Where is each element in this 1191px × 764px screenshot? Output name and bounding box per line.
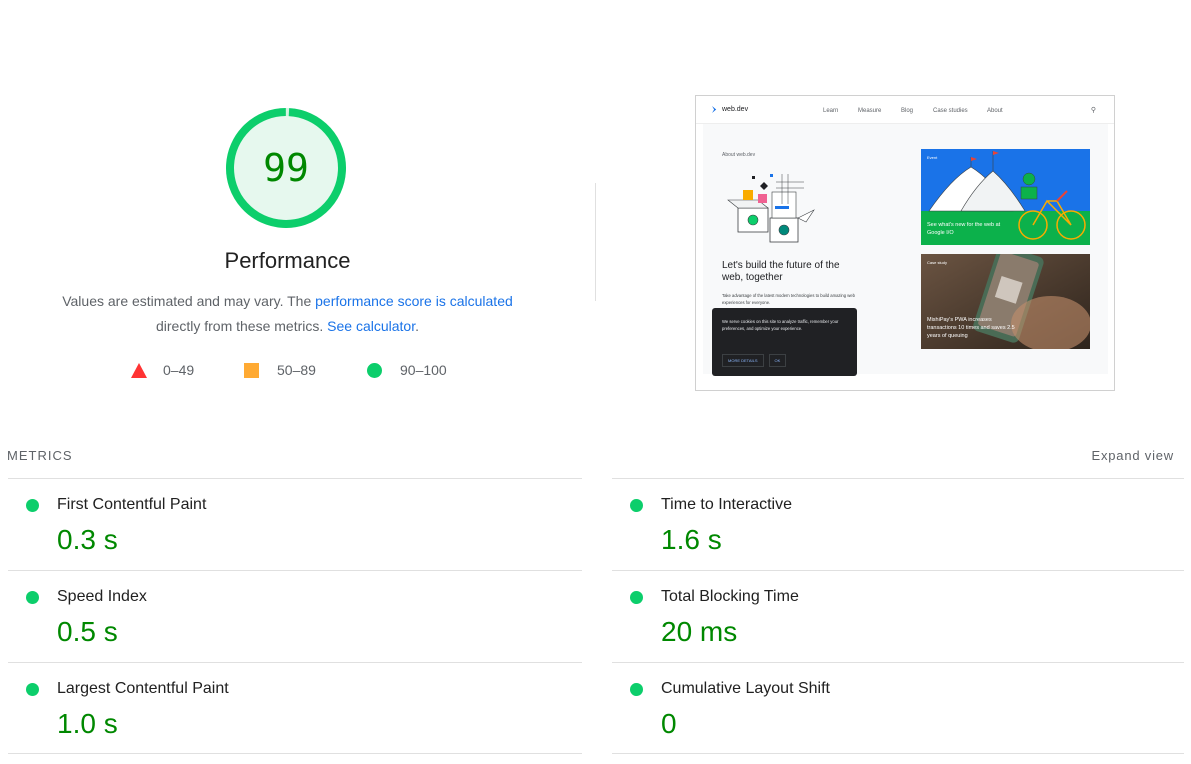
- webdev-logo-icon: [712, 106, 717, 113]
- webdev-logo-text: web.dev: [722, 106, 749, 113]
- see-calculator-link[interactable]: See calculator: [327, 318, 415, 334]
- pass-circle-icon: [630, 499, 643, 512]
- metric-title: Cumulative Layout Shift: [661, 680, 830, 697]
- cookie-banner: We serve cookies on this site to analyze…: [712, 308, 857, 376]
- metric-total-blocking-time: Total Blocking Time 20 ms: [612, 570, 1184, 662]
- metric-title: Time to Interactive: [661, 496, 793, 513]
- legend-fail: 0–49: [131, 362, 194, 378]
- nav-measure: Measure: [858, 108, 882, 114]
- event-card-label: Event: [927, 155, 938, 160]
- circle-icon: [367, 362, 382, 378]
- metrics-header: METRICS: [7, 448, 73, 463]
- vertical-divider: [595, 183, 596, 301]
- nav-about: About: [987, 108, 1003, 114]
- pass-circle-icon: [26, 683, 39, 696]
- desc-text-2: directly from these metrics.: [156, 318, 328, 334]
- legend-fail-label: 0–49: [163, 362, 195, 378]
- screenshot-eyebrow: About web.dev: [722, 152, 756, 158]
- performance-description: Values are estimated and may vary. The p…: [30, 289, 545, 339]
- expand-view-toggle[interactable]: Expand view: [1091, 448, 1174, 463]
- metric-title: Total Blocking Time: [661, 588, 799, 605]
- performance-score-link[interactable]: performance score is calculated: [315, 293, 513, 309]
- desc-text-3: .: [415, 318, 419, 334]
- performance-score: 99: [263, 146, 309, 190]
- desc-text-1: Values are estimated and may vary. The: [62, 293, 316, 309]
- nav-learn: Learn: [823, 108, 839, 114]
- pass-circle-icon: [630, 683, 643, 696]
- metric-speed-index: Speed Index 0.5 s: [8, 570, 582, 662]
- metric-cumulative-layout-shift: Cumulative Layout Shift 0: [612, 662, 1184, 754]
- legend-pass: 90–100: [367, 362, 447, 378]
- search-icon: ⚲: [1090, 107, 1096, 114]
- event-card: Event See what's new for the web at Goog…: [921, 149, 1090, 245]
- metric-value: 20 ms: [661, 616, 738, 647]
- nav-blog: Blog: [901, 108, 914, 114]
- performance-summary: 99 Performance Values are estimated and …: [0, 0, 575, 400]
- pass-circle-icon: [26, 499, 39, 512]
- metric-value: 0: [661, 708, 677, 739]
- pass-circle-icon: [630, 591, 643, 604]
- performance-title: Performance: [224, 248, 351, 273]
- metric-largest-contentful-paint: Largest Contentful Paint 1.0 s: [8, 662, 582, 754]
- score-legend: 0–49 50–89 90–100: [0, 362, 575, 382]
- metric-value: 0.3 s: [57, 524, 118, 555]
- case-study-card: Case study MishiPay's PWA increases tran…: [921, 254, 1090, 349]
- screenshot-subtext: Take advantage of the latest modern tech…: [722, 293, 855, 305]
- square-icon: [244, 362, 259, 378]
- metric-value: 0.5 s: [57, 616, 118, 647]
- cookie-ok-button: OK: [768, 354, 787, 367]
- triangle-icon: [131, 362, 147, 378]
- cookie-buttons: MORE DETAILS OK: [722, 354, 791, 367]
- metrics-left-column: First Contentful Paint 0.3 s Speed Index…: [8, 478, 582, 754]
- metrics-right-column: Time to Interactive 1.6 s Total Blocking…: [612, 478, 1184, 754]
- metric-first-contentful-paint: First Contentful Paint 0.3 s: [8, 478, 582, 570]
- metric-value: 1.6 s: [661, 524, 722, 555]
- webdev-logo: web.dev: [712, 106, 748, 113]
- legend-average-label: 50–89: [277, 362, 316, 378]
- event-card-caption: See what's new for the web at Google I/O: [927, 222, 1001, 236]
- screenshot-headline: Let's build the future of the web, toget…: [722, 260, 840, 283]
- final-screenshot[interactable]: web.dev Learn Measure Blog Case studies …: [695, 95, 1115, 391]
- metric-title: First Contentful Paint: [57, 496, 207, 513]
- pass-circle-icon: [26, 591, 39, 604]
- metric-title: Speed Index: [57, 588, 147, 605]
- metric-time-to-interactive: Time to Interactive 1.6 s: [612, 478, 1184, 570]
- case-study-caption: MishiPay's PWA increases transactions 10…: [927, 317, 1015, 339]
- cookie-details-button: MORE DETAILS: [722, 354, 764, 367]
- screenshot-navbar: web.dev Learn Measure Blog Case studies …: [696, 96, 1114, 124]
- nav-case-studies: Case studies: [933, 108, 968, 114]
- legend-pass-label: 90–100: [400, 362, 447, 378]
- metric-value: 1.0 s: [57, 708, 118, 739]
- legend-average: 50–89: [244, 362, 316, 378]
- performance-gauge: 99: [226, 108, 346, 228]
- boxes-illustration: [727, 174, 815, 243]
- case-study-label: Case study: [927, 260, 948, 265]
- metric-title: Largest Contentful Paint: [57, 680, 229, 697]
- cookie-text: We serve cookies on this site to analyze…: [722, 319, 839, 331]
